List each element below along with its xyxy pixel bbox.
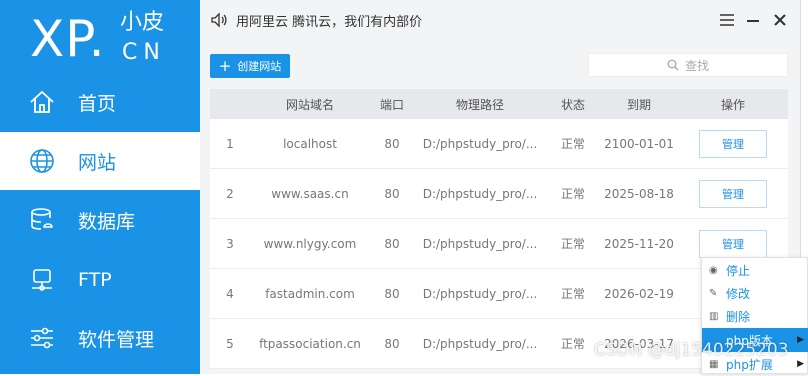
menu-item-delete[interactable]: ▥ 删除 [702,304,808,328]
row-port: 80 [384,236,400,251]
menu-icon[interactable] [716,9,738,31]
globe-icon [28,147,56,175]
logo-cn-top: 小皮 [120,10,165,35]
manage-button[interactable]: 管理 [699,179,767,208]
sidebar-item-label: 网站 [78,151,117,174]
sidebar-item-database[interactable]: 数据库 [0,191,200,249]
sidebar-item-label: 数据库 [78,210,136,233]
row-path[interactable]: D:/phpstudy_pro/... [414,169,546,218]
speaker-icon [210,11,228,29]
column-header: 到期 [626,97,651,112]
row-expiry: 2100-01-01 [604,136,674,151]
row-status: 正常 [560,187,585,201]
search-input[interactable]: 查找 [588,53,788,77]
column-header [210,89,250,119]
row-port: 80 [384,186,400,201]
row-index: 1 [226,136,234,151]
row-domain[interactable]: localhost [250,119,370,168]
row-path[interactable]: D:/phpstudy_pro/... [414,319,546,368]
row-actions: 管理 [678,119,788,168]
announcement-text[interactable]: 用阿里云 腾讯云，我们有内部价 [236,11,422,30]
create-website-label: 创建网站 [237,60,282,73]
row-path[interactable]: D:/phpstudy_pro/... [414,219,546,268]
column-header: 状态 [560,97,585,112]
search-icon [667,59,679,71]
row-domain[interactable]: fastadmin.com [250,269,370,318]
table-header: 网站域名 端口 物理路径 状态 到期 操作 [210,89,788,119]
sidebar-item-ftp[interactable]: FTP [0,251,200,309]
plus-icon: + [218,56,232,75]
database-icon [28,206,56,234]
sidebar-item-home[interactable]: 首页 [0,73,200,131]
row-actions: 管理 [678,169,788,218]
row-path[interactable]: D:/phpstudy_pro/... [414,119,546,168]
home-icon [28,88,56,116]
sidebar: XP. 小皮 CN 首页 网站 数据库 FTP 软件管理 [0,0,200,374]
row-status: 正常 [560,237,585,251]
close-icon[interactable] [769,9,791,31]
column-header: 端口 [379,97,404,112]
row-path[interactable]: D:/phpstudy_pro/... [414,269,546,318]
title-bar: 用阿里云 腾讯云，我们有内部价 [200,0,808,40]
column-header: 操作 [720,97,745,112]
row-domain[interactable]: www.saas.cn [250,169,370,218]
sidebar-item-website[interactable]: 网站 [0,132,200,190]
menu-item-edit[interactable]: ✎ 修改 [702,281,808,305]
row-status: 正常 [560,287,585,301]
row-index: 4 [226,286,234,301]
submenu-arrow-icon: ▶ [797,335,804,345]
row-expiry: 2026-02-19 [604,286,674,301]
row-domain[interactable]: ftpassociation.cn [250,319,370,368]
row-port: 80 [384,336,400,351]
row-domain[interactable]: www.nlygy.com [250,219,370,268]
minimize-icon[interactable] [742,9,764,31]
php-icon: ▦ [709,358,719,370]
column-header: 网站域名 [285,97,334,112]
sidebar-item-label: 软件管理 [78,328,155,351]
row-index: 5 [226,336,234,351]
manage-button[interactable]: 管理 [699,229,767,258]
row-index: 2 [226,186,234,201]
manage-button[interactable]: 管理 [699,129,767,158]
sidebar-item-software[interactable]: 软件管理 [0,309,200,367]
row-status: 正常 [560,337,585,351]
row-expiry: 2025-08-18 [604,186,674,201]
trash-icon: ▥ [709,310,719,322]
table-row[interactable]: 2 www.saas.cn 80 D:/phpstudy_pro/... 正常 … [210,169,788,219]
sliders-icon [28,324,56,352]
search-placeholder: 查找 [684,58,709,73]
row-index: 3 [226,236,234,251]
row-port: 80 [384,136,400,151]
sidebar-item-label: FTP [78,269,112,291]
sidebar-item-label: 首页 [78,92,117,115]
stop-icon: ◉ [709,264,718,276]
watermark-text: CSDN @dj1540225203 [594,340,789,360]
create-website-button[interactable]: + 创建网站 [210,54,290,78]
menu-item-label: 修改 [726,286,751,301]
menu-item-label: 停止 [726,263,751,278]
logo-brand: XP. [30,10,106,68]
row-status: 正常 [560,137,585,151]
row-port: 80 [384,286,400,301]
edit-icon: ✎ [709,287,718,299]
row-expiry: 2025-11-20 [604,236,674,251]
column-header: 物理路径 [455,97,504,112]
menu-item-label: 删除 [726,309,751,324]
monitor-icon [28,266,56,294]
table-row[interactable]: 1 localhost 80 D:/phpstudy_pro/... 正常 21… [210,119,788,169]
menu-item-stop[interactable]: ◉ 停止 [702,258,808,282]
submenu-arrow-icon: ▶ [797,359,804,369]
logo-cn-bottom: CN [122,40,166,65]
